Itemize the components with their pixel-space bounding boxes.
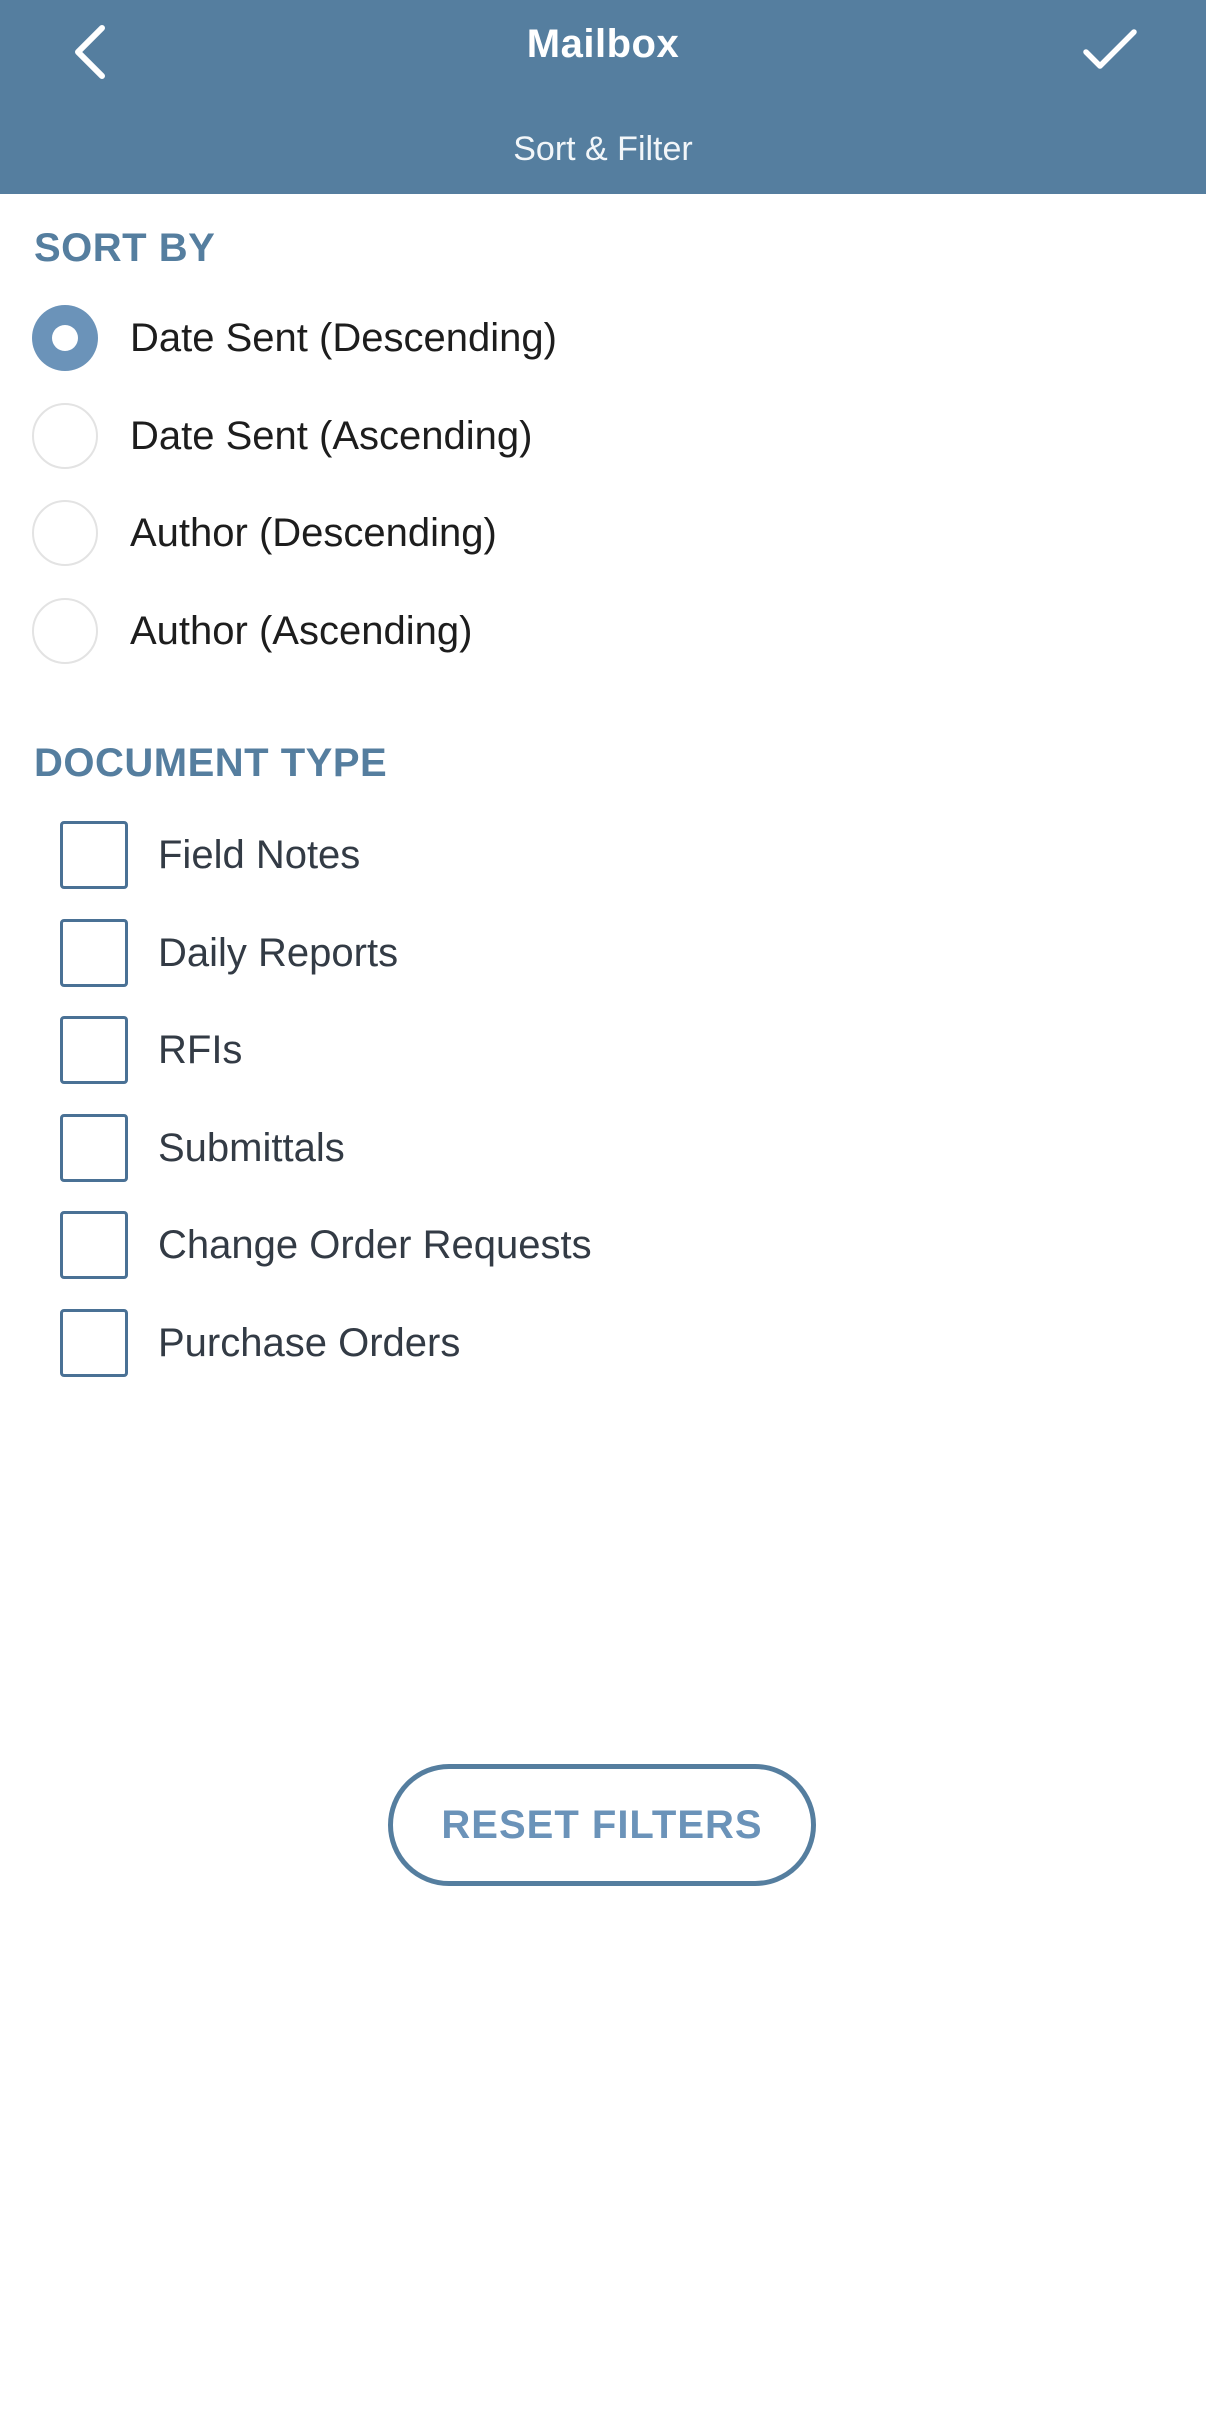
doc-type-label: Field Notes — [158, 832, 361, 877]
nav-header: Mailbox Sort & Filter — [0, 0, 1206, 194]
checkbox[interactable] — [60, 1016, 128, 1084]
doc-type-label: RFIs — [158, 1027, 243, 1072]
sort-option-author-ascending[interactable]: Author (Ascending) — [32, 595, 472, 667]
doc-type-label: Purchase Orders — [158, 1320, 461, 1365]
doc-type-label: Change Order Requests — [158, 1222, 592, 1267]
radio-unselected[interactable] — [32, 500, 98, 566]
doc-type-submittals[interactable]: Submittals — [60, 1114, 345, 1182]
page-subtitle: Sort & Filter — [513, 130, 693, 168]
document-type-heading: DOCUMENT TYPE — [34, 741, 388, 785]
sort-option-label: Author (Ascending) — [130, 608, 473, 653]
checkbox[interactable] — [60, 1114, 128, 1182]
doc-type-label: Daily Reports — [158, 930, 399, 975]
checkmark-icon — [1083, 29, 1137, 69]
checkbox[interactable] — [60, 1211, 128, 1279]
confirm-button[interactable] — [1070, 14, 1150, 86]
sort-by-heading: SORT BY — [34, 226, 216, 270]
sort-filter-screen: Mailbox Sort & Filter SORT BY Date Sent … — [0, 0, 1206, 2436]
sort-option-author-descending[interactable]: Author (Descending) — [32, 497, 497, 569]
doc-type-field-notes[interactable]: Field Notes — [60, 821, 360, 889]
doc-type-change-order-requests[interactable]: Change Order Requests — [60, 1211, 592, 1279]
doc-type-label: Submittals — [158, 1125, 345, 1170]
sort-option-date-sent-ascending[interactable]: Date Sent (Ascending) — [32, 400, 532, 472]
sort-option-label: Date Sent (Ascending) — [130, 413, 533, 458]
sort-option-label: Author (Descending) — [130, 510, 497, 555]
radio-unselected[interactable] — [32, 403, 98, 469]
checkbox[interactable] — [60, 1309, 128, 1377]
reset-filters-button[interactable]: RESET FILTERS — [388, 1764, 816, 1886]
sort-option-date-sent-descending[interactable]: Date Sent (Descending) — [32, 302, 557, 374]
radio-unselected[interactable] — [32, 598, 98, 664]
checkbox[interactable] — [60, 821, 128, 889]
checkbox[interactable] — [60, 919, 128, 987]
doc-type-purchase-orders[interactable]: Purchase Orders — [60, 1309, 460, 1377]
radio-dot — [52, 325, 78, 351]
radio-selected[interactable] — [32, 305, 98, 371]
page-title: Mailbox — [526, 22, 680, 66]
doc-type-rfis[interactable]: RFIs — [60, 1016, 242, 1084]
doc-type-daily-reports[interactable]: Daily Reports — [60, 919, 398, 987]
sort-option-label: Date Sent (Descending) — [130, 315, 557, 360]
